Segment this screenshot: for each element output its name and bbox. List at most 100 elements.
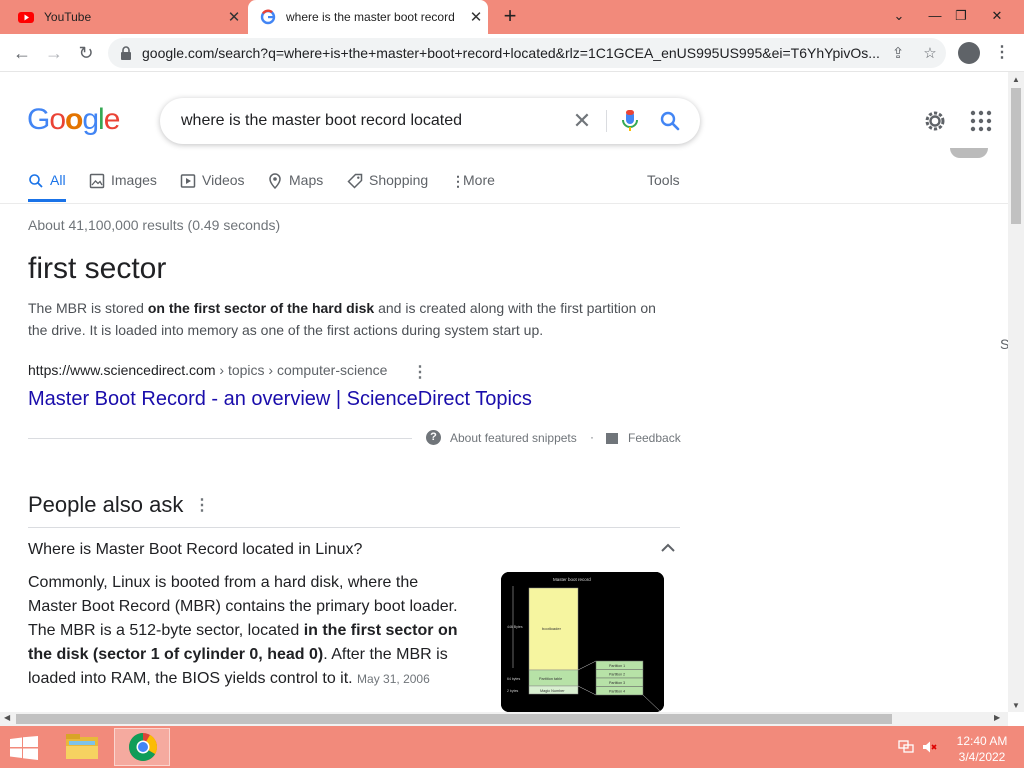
google-apps-icon[interactable] xyxy=(970,110,992,132)
back-button[interactable]: ← xyxy=(8,39,36,67)
feedback-label: Feedback xyxy=(628,431,681,445)
tools-label: Tools xyxy=(647,172,680,188)
chrome-icon xyxy=(129,733,157,761)
logo-letter: o xyxy=(65,103,83,136)
google-logo[interactable]: Google xyxy=(27,103,121,137)
tab-search-icon[interactable]: ⌄ xyxy=(882,0,916,32)
tab-label: Maps xyxy=(289,172,324,188)
feedback-icon xyxy=(606,432,618,444)
logo-letter: G xyxy=(27,103,50,136)
separator-dot: · xyxy=(590,430,594,444)
logo-letter: g xyxy=(82,103,99,136)
folder-icon xyxy=(66,734,98,759)
tab-label: All xyxy=(50,172,66,188)
tab-more[interactable]: ⋮ More xyxy=(451,172,495,202)
image-label: Magic Number xyxy=(540,689,565,693)
tab-label: Videos xyxy=(202,172,245,188)
youtube-icon xyxy=(18,12,34,23)
scroll-down-icon[interactable]: ▼ xyxy=(1012,701,1020,710)
image-label: 2 bytes xyxy=(507,689,519,693)
tab-images[interactable]: Images xyxy=(89,172,157,202)
featured-answer: first sector xyxy=(28,252,167,285)
scroll-thumb[interactable] xyxy=(1011,88,1021,224)
windows-taskbar: 12:40 AM 3/4/2022 xyxy=(0,726,1024,768)
volume-muted-icon[interactable] xyxy=(922,740,938,754)
divider xyxy=(28,527,680,528)
people-also-ask-heading: People also ask xyxy=(28,492,184,517)
tab-label: Images xyxy=(111,172,157,188)
browser-menu-icon[interactable]: ⋮ xyxy=(990,40,1014,66)
featured-snippet-text: The MBR is stored on the first sector of… xyxy=(28,297,678,341)
tag-icon xyxy=(347,173,363,189)
forward-button[interactable]: → xyxy=(40,39,68,67)
restore-button[interactable]: ❐ xyxy=(944,0,978,32)
about-label: About featured snippets xyxy=(450,430,577,445)
clear-search-icon[interactable]: ✕ xyxy=(570,108,594,134)
tab-videos[interactable]: Videos xyxy=(180,172,245,202)
image-label: Partition 4 xyxy=(609,690,625,694)
image-header: Master boot record xyxy=(553,577,591,582)
cite-host: https://www.sciencedirect.com xyxy=(28,362,216,378)
close-tab-icon[interactable]: ✕ xyxy=(222,8,246,26)
close-tab-icon[interactable]: ✕ xyxy=(464,8,488,26)
new-tab-button[interactable]: + xyxy=(498,4,522,30)
image-label: Partition table xyxy=(539,677,562,681)
url-text: google.com/search?q=where+is+the+master+… xyxy=(142,45,880,61)
search-icon xyxy=(29,174,43,188)
result-options-icon[interactable]: ⋮ xyxy=(412,362,428,382)
logo-letter: o xyxy=(49,103,66,136)
paa-options-icon[interactable]: ⋮ xyxy=(194,495,210,515)
system-clock[interactable]: 12:40 AM 3/4/2022 xyxy=(946,733,1018,765)
search-box: ✕ xyxy=(160,98,700,144)
paa-question[interactable]: Where is Master Boot Record located in L… xyxy=(28,541,362,559)
tab-google-search[interactable]: where is the master boot record ✕ xyxy=(248,0,488,34)
mbr-diagram-image[interactable]: Master boot record 446 Bytes 64 bytes 2 … xyxy=(501,572,664,712)
scroll-right-icon[interactable]: ▶ xyxy=(994,713,1000,722)
network-icon[interactable] xyxy=(898,740,914,754)
share-icon[interactable]: ⇪ xyxy=(882,44,914,62)
address-bar[interactable]: google.com/search?q=where+is+the+master+… xyxy=(108,38,946,68)
image-label: bootloader xyxy=(542,626,562,631)
microphone-icon[interactable] xyxy=(620,109,640,133)
map-pin-icon xyxy=(269,173,281,189)
chevron-up-icon[interactable] xyxy=(658,538,678,558)
profile-avatar[interactable] xyxy=(958,42,980,64)
file-explorer-taskbar-button[interactable] xyxy=(54,728,110,766)
google-icon xyxy=(260,9,276,25)
scroll-left-icon[interactable]: ◀ xyxy=(4,713,10,722)
search-input[interactable] xyxy=(181,112,561,130)
help-icon: ? xyxy=(426,430,441,445)
image-label: Partition 3 xyxy=(609,681,625,685)
search-icon[interactable] xyxy=(658,109,682,133)
tab-youtube[interactable]: YouTube ✕ xyxy=(8,0,246,34)
windows-start-icon[interactable] xyxy=(10,736,38,760)
bookmark-star-icon[interactable]: ☆ xyxy=(914,44,946,62)
vertical-scrollbar[interactable]: ▲ ▼ xyxy=(1008,72,1024,712)
doodle-fragment xyxy=(950,148,988,158)
tab-shopping[interactable]: Shopping xyxy=(347,172,428,202)
logo-letter: e xyxy=(103,103,121,136)
clock-date: 3/4/2022 xyxy=(958,750,1006,764)
result-citation[interactable]: https://www.sciencedirect.com › topics ›… xyxy=(28,362,387,378)
horizontal-scrollbar[interactable]: ◀ ▶ xyxy=(0,712,1008,726)
feedback-link[interactable]: Feedback xyxy=(606,431,681,445)
reload-button[interactable]: ↻ xyxy=(72,39,100,67)
image-label: Partition 2 xyxy=(609,673,625,677)
scroll-thumb[interactable] xyxy=(16,714,892,724)
featured-result-link[interactable]: Master Boot Record - an overview | Scien… xyxy=(28,388,532,411)
clock-time: 12:40 AM xyxy=(956,734,1008,748)
tab-maps[interactable]: Maps xyxy=(267,172,323,202)
about-featured-snippets-link[interactable]: ? About featured snippets xyxy=(426,430,577,445)
scroll-up-icon[interactable]: ▲ xyxy=(1012,75,1020,84)
paa-answer: Commonly, Linux is booted from a hard di… xyxy=(28,571,468,691)
settings-gear-icon[interactable] xyxy=(922,108,948,134)
close-window-button[interactable]: ✕ xyxy=(980,0,1014,32)
tab-all[interactable]: All xyxy=(28,172,66,202)
snippet-text: The MBR is stored xyxy=(28,300,148,316)
search-nav-tabs: All Images Videos Maps Shopping ⋮ More T xyxy=(0,164,1009,352)
chrome-taskbar-button[interactable] xyxy=(114,728,170,766)
tools-button[interactable]: Tools xyxy=(647,172,680,202)
answer-date: May 31, 2006 xyxy=(357,672,430,686)
image-icon xyxy=(89,173,105,189)
tab-title: where is the master boot record xyxy=(286,10,455,24)
